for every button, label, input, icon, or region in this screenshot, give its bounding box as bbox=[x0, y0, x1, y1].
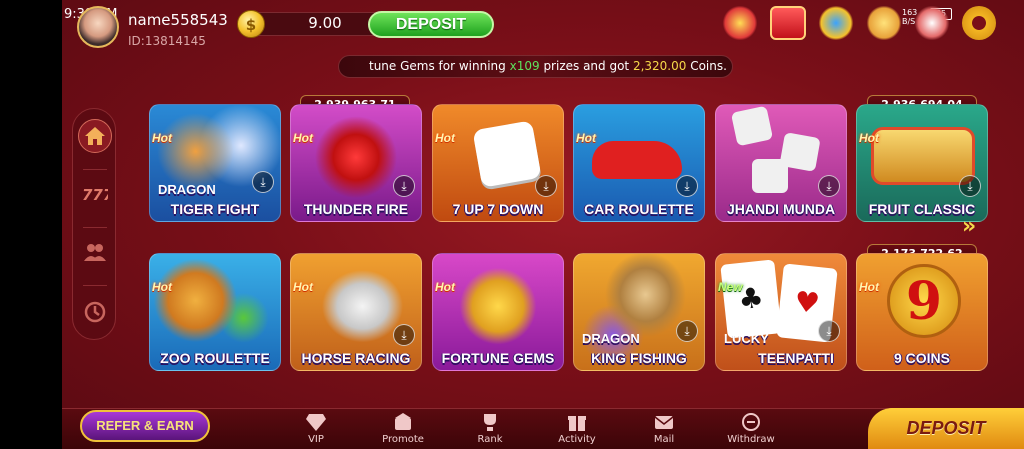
game-tile-7-up-7-down[interactable]: Hot 7 UP 7 DOWN ⤓ bbox=[432, 104, 564, 222]
hot-badge: Hot bbox=[152, 280, 172, 294]
game-name: FORTUNE GEMS bbox=[441, 350, 555, 366]
game-tile-jhandi-munda[interactable]: JHANDI MUNDA ⤓ bbox=[715, 104, 847, 222]
game-tile-zoo-roulette[interactable]: Hot ZOO ROULETTE bbox=[149, 253, 281, 371]
game-name: 9 COINS bbox=[893, 350, 950, 366]
hot-badge: Hot bbox=[859, 131, 879, 145]
game-name: KING FISHING bbox=[591, 350, 687, 366]
game-tile-dragon-king-fishing[interactable]: DRAGON KING FISHING ⤓ bbox=[573, 253, 705, 371]
sidebar-item-slots[interactable]: 777 bbox=[78, 177, 112, 211]
category-sidebar: 777 bbox=[72, 108, 116, 340]
refer-earn-button[interactable]: REFER & EARN bbox=[80, 410, 210, 442]
scroll-right-icon[interactable]: » bbox=[962, 214, 976, 239]
gift-icon bbox=[568, 416, 586, 431]
download-icon[interactable]: ⤓ bbox=[535, 175, 557, 197]
username: name558543 bbox=[128, 11, 228, 29]
gift-bonus-icon[interactable] bbox=[722, 6, 758, 40]
screen-left-edge bbox=[0, 0, 62, 449]
home-icon bbox=[85, 127, 105, 145]
marquee-multiplier: x109 bbox=[509, 59, 540, 73]
hot-badge: Hot bbox=[293, 131, 313, 145]
game-tile-thunder-fire[interactable]: Hot THUNDER FIRE ⤓ bbox=[290, 104, 422, 222]
bottom-nav-label: Mail bbox=[653, 434, 675, 445]
gear-icon[interactable] bbox=[962, 6, 996, 40]
game-tile-lucky-teenpatti[interactable]: ♣ ♥ New LUCKY TEENPATTI ⤓ bbox=[715, 253, 847, 371]
withdraw-icon bbox=[742, 413, 760, 431]
game-name: 7 UP 7 DOWN bbox=[452, 201, 544, 217]
game-name: HORSE RACING bbox=[301, 350, 411, 366]
hot-badge: Hot bbox=[293, 280, 313, 294]
winners-marquee: tune Gems for winning x109 prizes and go… bbox=[338, 55, 733, 78]
hot-badge: Hot bbox=[859, 280, 879, 294]
vip-diamond-icon bbox=[306, 414, 326, 431]
marquee-text: tune Gems for winning bbox=[369, 59, 510, 73]
user-id: ID:13814145 bbox=[128, 34, 206, 48]
balance-value: 9.00 bbox=[308, 14, 342, 32]
hot-badge: Hot bbox=[576, 131, 596, 145]
bottom-nav-label: Withdraw bbox=[727, 434, 775, 445]
download-icon[interactable]: ⤓ bbox=[818, 320, 840, 342]
history-icon bbox=[84, 301, 106, 323]
game-tile-car-roulette[interactable]: Hot CAR ROULETTE ⤓ bbox=[573, 104, 705, 222]
marquee-text-2: prizes and got bbox=[539, 59, 633, 73]
game-tile-horse-racing[interactable]: Hot HORSE RACING ⤓ bbox=[290, 253, 422, 371]
hot-badge: Hot bbox=[152, 131, 172, 145]
game-name: TIGER FIGHT bbox=[170, 201, 260, 217]
bottom-nav-label: Activity bbox=[558, 434, 596, 445]
download-icon[interactable]: ⤓ bbox=[676, 320, 698, 342]
game-name: ZOO ROULETTE bbox=[160, 350, 270, 366]
treasure-icon[interactable] bbox=[866, 6, 902, 40]
download-icon[interactable]: ⤓ bbox=[818, 175, 840, 197]
deposit-button[interactable]: DEPOSIT bbox=[368, 11, 494, 38]
sidebar-item-multiplayer[interactable] bbox=[78, 235, 112, 269]
gift-box-icon[interactable] bbox=[770, 6, 806, 40]
game-name: THUNDER FIRE bbox=[303, 201, 409, 217]
game-name: JHANDI MUNDA bbox=[726, 201, 836, 217]
sidebar-item-recent[interactable] bbox=[78, 295, 112, 329]
avatar[interactable] bbox=[77, 6, 119, 48]
game-name: CAR ROULETTE bbox=[584, 201, 694, 217]
bottom-nav-promote[interactable]: Promote bbox=[368, 412, 438, 445]
users-icon bbox=[84, 244, 106, 261]
new-badge: New bbox=[718, 280, 743, 294]
game-name-line1: LUCKY bbox=[724, 331, 769, 346]
svg-text:777: 777 bbox=[82, 186, 108, 204]
download-icon[interactable]: ⤓ bbox=[676, 175, 698, 197]
game-name-line1: DRAGON bbox=[582, 331, 640, 346]
game-name-line1: DRAGON bbox=[158, 182, 216, 197]
marquee-text-3: Coins. bbox=[686, 59, 727, 73]
coin-icon: $ bbox=[237, 10, 265, 38]
spin-wheel-icon[interactable] bbox=[818, 6, 854, 40]
download-icon[interactable]: ⤓ bbox=[393, 324, 415, 346]
deposit-big-button[interactable]: DEPOSIT bbox=[868, 408, 1024, 449]
hot-badge: Hot bbox=[435, 131, 455, 145]
bottom-nav-label: Rank bbox=[477, 434, 503, 445]
support-mascot-icon[interactable] bbox=[914, 6, 950, 40]
download-icon[interactable]: ⤓ bbox=[393, 175, 415, 197]
download-icon[interactable]: ⤓ bbox=[252, 171, 274, 193]
bottom-nav-rank[interactable]: Rank bbox=[455, 412, 525, 445]
game-tile-fortune-gems[interactable]: Hot FORTUNE GEMS bbox=[432, 253, 564, 371]
trophy-icon bbox=[484, 414, 496, 431]
promote-icon bbox=[395, 413, 411, 430]
bottom-nav-vip[interactable]: VIP bbox=[281, 412, 351, 445]
bottom-nav-mail[interactable]: Mail bbox=[629, 412, 699, 445]
game-name: TEENPATTI bbox=[758, 350, 834, 366]
bottom-nav-label: Promote bbox=[382, 434, 424, 445]
bottom-nav-withdraw[interactable]: Withdraw bbox=[716, 412, 786, 445]
sidebar-item-home[interactable] bbox=[78, 119, 112, 153]
game-tile-dragon-tiger-fight[interactable]: Hot DRAGON TIGER FIGHT ⤓ bbox=[149, 104, 281, 222]
slots-777-icon: 777 bbox=[82, 186, 108, 204]
game-tile-fruit-classic[interactable]: Hot FRUIT CLASSIC ⤓ bbox=[856, 104, 988, 222]
download-icon[interactable]: ⤓ bbox=[959, 175, 981, 197]
mail-icon bbox=[654, 416, 674, 429]
marquee-amount: 2,320.00 bbox=[632, 59, 687, 73]
bottom-nav-activity[interactable]: Activity bbox=[542, 412, 612, 445]
hot-badge: Hot bbox=[435, 280, 455, 294]
bottom-nav-label: VIP bbox=[308, 434, 324, 445]
game-tile-9-coins[interactable]: 9 Hot 9 COINS bbox=[856, 253, 988, 371]
